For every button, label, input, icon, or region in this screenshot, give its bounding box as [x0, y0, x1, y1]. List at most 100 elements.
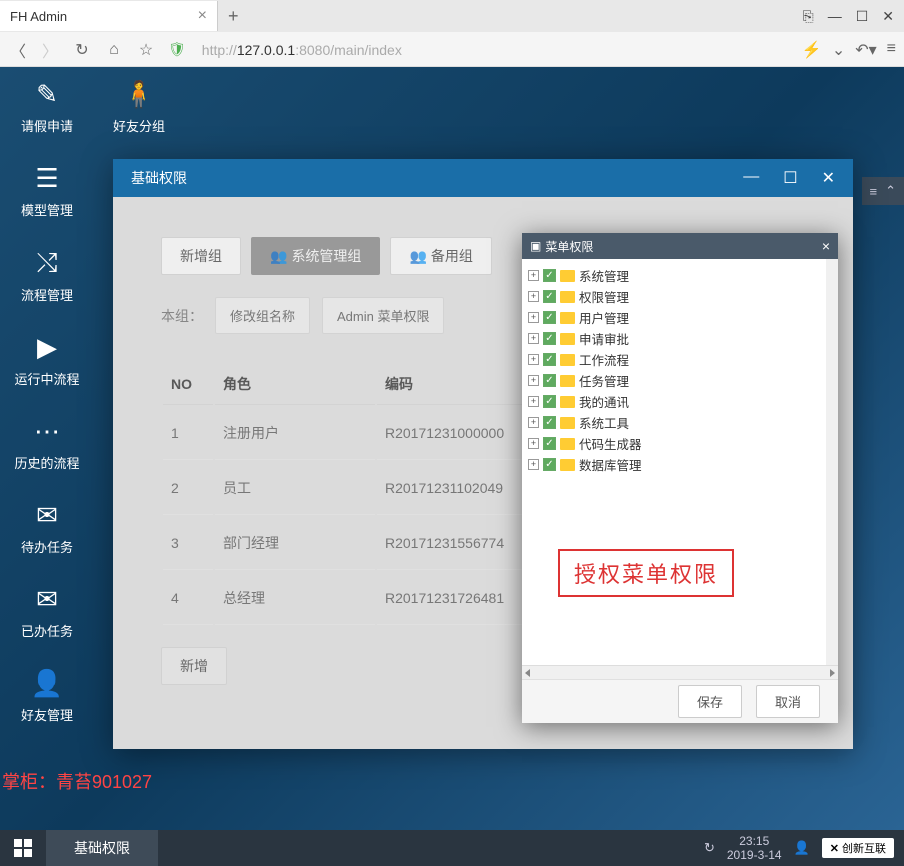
app-maximize-icon[interactable]: ☐	[783, 168, 797, 188]
tree-item[interactable]: +✓工作流程	[526, 349, 822, 370]
tree-area[interactable]: +✓系统管理+✓权限管理+✓用户管理+✓申请审批+✓工作流程+✓任务管理+✓我的…	[522, 259, 838, 665]
dialog-titlebar[interactable]: ▣ 菜单权限 ×	[522, 233, 838, 259]
expand-icon[interactable]: +	[528, 459, 539, 470]
minimize-icon[interactable]: —	[828, 8, 842, 25]
expand-icon[interactable]: +	[528, 354, 539, 365]
taskbar-avatar-icon[interactable]: 👤	[794, 840, 810, 856]
chevron-down-icon[interactable]: ⌄	[832, 40, 845, 60]
back-icon[interactable]: 〈	[8, 40, 28, 60]
tree-item[interactable]: +✓我的通讯	[526, 391, 822, 412]
save-button[interactable]: 保存	[678, 685, 742, 718]
edit-icon: ✎	[36, 79, 58, 110]
maximize-icon[interactable]: ☐	[856, 8, 869, 25]
top-right-strip: ≡ ⌃	[862, 177, 904, 205]
menu-icon[interactable]: ≡	[887, 40, 896, 60]
app-menu-icon[interactable]: ⎘	[803, 8, 814, 25]
strip-menu-icon[interactable]: ≡	[870, 184, 878, 199]
taskbar-item[interactable]: 基础权限	[46, 830, 158, 866]
dialog-title-icon: ▣	[530, 239, 541, 253]
tree-item-label: 权限管理	[579, 287, 629, 306]
checkbox-icon[interactable]: ✓	[543, 269, 556, 282]
address-bar[interactable]: http://127.0.0.1:8080/main/index	[202, 42, 790, 58]
desktop-icon[interactable]: 👤好友管理	[0, 668, 94, 724]
taskbar-sync-icon[interactable]: ↻	[704, 840, 715, 856]
tree-item[interactable]: + ✓ 申请审批	[526, 328, 822, 349]
expand-icon[interactable]: +	[528, 291, 539, 302]
checkbox-icon[interactable]: ✓	[543, 290, 556, 303]
checkbox-icon[interactable]: ✓	[543, 437, 556, 450]
desktop-icon[interactable]: 🧍好友分组	[94, 79, 184, 135]
desktop-icon[interactable]: ✎请假申请	[0, 79, 94, 135]
tree-item[interactable]: + ✓ 权限管理	[526, 286, 822, 307]
checkbox-icon[interactable]: ✓	[543, 395, 556, 408]
tree-item[interactable]: + ✓ 系统工具	[526, 412, 822, 433]
taskbar: 基础权限 ↻ 23:15 2019-3-14 👤 ✕创新互联	[0, 830, 904, 866]
desktop: ≡ ⌃ ✎请假申请 ☰模型管理 ⤭流程管理 ▶运行中流程 ⋯历史的流程 ✉待办任务 ✉已办任…	[0, 67, 904, 830]
start-button[interactable]	[0, 830, 46, 866]
envelope-icon: ✉	[36, 584, 58, 615]
desktop-icon[interactable]: ✉待办任务	[0, 500, 94, 556]
tree-item[interactable]: + ✓ 系统管理	[526, 265, 822, 286]
tab-close-icon[interactable]: ×	[198, 7, 207, 25]
list-icon: ☰	[35, 163, 58, 194]
users-icon: 👥	[270, 248, 287, 264]
tree-item-label: 申请审批	[579, 329, 629, 348]
checkbox-icon[interactable]: ✓	[543, 311, 556, 324]
undo-icon[interactable]: ↶▾	[855, 40, 876, 60]
users-icon: 👥	[409, 248, 426, 264]
expand-icon[interactable]: +	[528, 270, 539, 281]
desktop-icon-label: 好友管理	[21, 705, 73, 724]
app-minimize-icon[interactable]: —	[743, 168, 759, 188]
app-titlebar[interactable]: 基础权限 — ☐ ✕	[113, 159, 853, 197]
expand-icon[interactable]: +	[528, 417, 539, 428]
taskbar-clock[interactable]: 23:15 2019-3-14	[727, 834, 782, 863]
desktop-icon[interactable]: ⋯历史的流程	[0, 416, 94, 472]
dialog-close-icon[interactable]: ×	[822, 238, 830, 254]
tree-item[interactable]: + ✓ 代码生成器	[526, 433, 822, 454]
new-tab-icon[interactable]: +	[218, 6, 249, 27]
cancel-button[interactable]: 取消	[756, 685, 820, 718]
desktop-icon[interactable]: ☰模型管理	[0, 163, 94, 219]
tree-item-label: 数据库管理	[579, 455, 642, 474]
close-icon[interactable]: ✕	[882, 8, 894, 25]
dialog-title: 菜单权限	[545, 238, 593, 255]
app-title: 基础权限	[131, 168, 187, 188]
desktop-icon[interactable]: ⤭流程管理	[0, 247, 94, 304]
browser-tab[interactable]: FH Admin ×	[0, 1, 218, 31]
tree-item-label: 代码生成器	[579, 434, 642, 453]
folder-icon	[560, 417, 575, 429]
expand-icon[interactable]: +	[528, 396, 539, 407]
strip-chevron-icon[interactable]: ⌃	[885, 183, 896, 199]
flash-icon[interactable]: ⚡	[802, 40, 822, 60]
app-close-icon[interactable]: ✕	[822, 168, 835, 188]
forward-icon[interactable]: 〉	[40, 40, 60, 60]
watermark-text: 掌柜：青苔901027	[2, 768, 152, 794]
tree-item-label: 用户管理	[579, 308, 629, 327]
tree-item[interactable]: + ✓ 用户管理	[526, 307, 822, 328]
expand-icon[interactable]: +	[528, 312, 539, 323]
tree-item-label: 任务管理	[579, 371, 629, 390]
checkbox-icon[interactable]: ✓	[543, 374, 556, 387]
address-row: 〈 〉 ↻ ⌂ ☆ 🛡 http://127.0.0.1:8080/main/i…	[0, 32, 904, 67]
favorite-icon[interactable]: ☆	[136, 40, 156, 60]
expand-icon[interactable]: +	[528, 375, 539, 386]
tree-item[interactable]: + ✓ 任务管理	[526, 370, 822, 391]
horizontal-scrollbar[interactable]	[522, 665, 838, 679]
shield-icon[interactable]: 🛡	[168, 41, 186, 58]
checkbox-icon[interactable]: ✓	[543, 332, 556, 345]
checkbox-icon[interactable]: ✓	[543, 416, 556, 429]
expand-icon[interactable]: +	[528, 333, 539, 344]
tree-item[interactable]: + ✓ 数据库管理	[526, 454, 822, 475]
tree-item-label: 系统管理	[579, 266, 629, 285]
checkbox-icon[interactable]: ✓	[543, 458, 556, 471]
tree-item-label: 系统工具	[579, 413, 629, 432]
tab-title: FH Admin	[10, 9, 67, 24]
refresh-icon[interactable]: ↻	[72, 40, 92, 60]
desktop-icon[interactable]: ▶运行中流程	[0, 332, 94, 388]
expand-icon[interactable]: +	[528, 438, 539, 449]
checkbox-icon[interactable]: ✓	[543, 353, 556, 366]
addr-right-icons: ⚡ ⌄ ↶▾ ≡	[802, 40, 896, 60]
browser-chrome: FH Admin × + ⎘ — ☐ ✕ 〈 〉 ↻ ⌂ ☆ 🛡 http://…	[0, 0, 904, 67]
desktop-icon[interactable]: ✉已办任务	[0, 584, 94, 640]
home-icon[interactable]: ⌂	[104, 40, 124, 60]
